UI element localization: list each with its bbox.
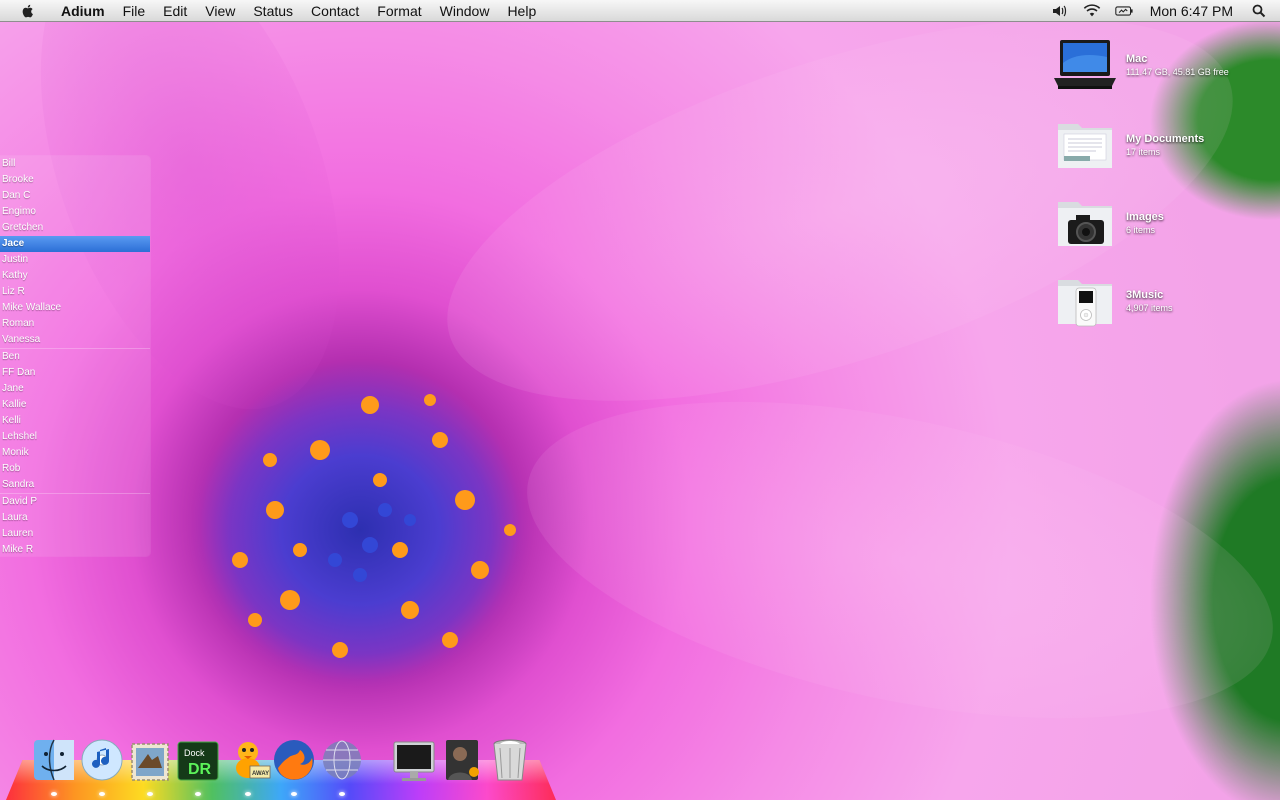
menu-edit[interactable]: Edit: [154, 0, 196, 22]
volume-icon[interactable]: [1051, 3, 1069, 19]
itunes-icon[interactable]: [80, 738, 124, 784]
desktop-icon-info: 111.47 GB, 45.81 GB free: [1126, 67, 1229, 77]
spotlight-icon[interactable]: [1250, 3, 1268, 19]
contact-item[interactable]: Jane: [0, 381, 150, 397]
wifi-icon[interactable]: [1083, 3, 1101, 19]
wallpaper-petal: [499, 344, 1280, 776]
contact-item[interactable]: Roman: [0, 316, 150, 332]
svg-text:DR: DR: [188, 761, 212, 778]
dockdr-icon[interactable]: Dock DR: [176, 738, 220, 784]
contact-item[interactable]: Kelli: [0, 413, 150, 429]
menu-clock[interactable]: Mon 6:47 PM: [1140, 0, 1243, 22]
desktop-icon-info: 4,907 items: [1126, 303, 1173, 313]
desktop-icon-label: 3Music: [1126, 289, 1164, 301]
contact-item[interactable]: Dan C: [0, 188, 150, 204]
battery-icon[interactable]: [1115, 3, 1133, 19]
trash-icon[interactable]: [488, 738, 532, 784]
contact-item[interactable]: Ben: [0, 349, 150, 365]
dock-running-indicator: [147, 792, 153, 796]
contact-item-selected[interactable]: Jace: [0, 236, 150, 252]
desktop-icon-mac[interactable]: Mac 111.47 GB, 45.81 GB free: [1054, 38, 1229, 92]
menu-extras: Mon 6:47 PM: [1044, 0, 1280, 22]
contact-item[interactable]: Lauren: [0, 526, 150, 542]
contact-item[interactable]: Laura: [0, 510, 150, 526]
network-globe-icon[interactable]: [320, 738, 364, 784]
documents-folder-icon: [1054, 118, 1116, 172]
ipod-folder-icon: [1054, 274, 1116, 328]
mail-icon[interactable]: [128, 738, 172, 784]
contact-item[interactable]: Brooke: [0, 172, 150, 188]
person-icon[interactable]: [440, 738, 484, 784]
contact-item[interactable]: FF Dan: [0, 365, 150, 381]
desktop-icon-images[interactable]: Images 6 items: [1054, 196, 1164, 250]
desktop-icon-label: My Documents: [1126, 133, 1205, 145]
apple-menu-icon[interactable]: [20, 3, 36, 19]
adium-contact-list: Bill Brooke Dan C Engimo Gretchen Jace J…: [0, 156, 150, 556]
contact-item[interactable]: Gretchen: [0, 220, 150, 236]
desktop-icon-my-documents[interactable]: My Documents 17 items: [1054, 118, 1204, 172]
menu-window[interactable]: Window: [431, 0, 499, 22]
dock-running-indicator: [339, 792, 345, 796]
menu-help[interactable]: Help: [498, 0, 545, 22]
menu-app-name[interactable]: Adium: [52, 0, 114, 22]
contact-item[interactable]: Sandra: [0, 477, 150, 493]
desktop-icon-info: 6 items: [1126, 225, 1156, 235]
camera-folder-icon: [1054, 196, 1116, 250]
macbook-icon: [1054, 38, 1116, 92]
contact-item[interactable]: Mike R: [0, 542, 150, 558]
firefox-icon[interactable]: [272, 738, 316, 784]
dockdr-text: Dock: [184, 748, 205, 758]
menu-file[interactable]: File: [114, 0, 155, 22]
desktop-icon-label: Mac: [1126, 53, 1148, 65]
dock-running-indicator: [99, 792, 105, 796]
adium-duck-icon[interactable]: AWAY: [228, 738, 272, 784]
contact-item[interactable]: Kallie: [0, 397, 150, 413]
desktop-icon-info: 17 items: [1126, 147, 1161, 157]
dock-running-indicator: [291, 792, 297, 796]
display-icon[interactable]: [392, 738, 436, 784]
menu-status[interactable]: Status: [244, 0, 302, 22]
menu-format[interactable]: Format: [368, 0, 430, 22]
flower-center: [185, 365, 535, 695]
contact-item[interactable]: Monik: [0, 445, 150, 461]
contact-item[interactable]: Rob: [0, 461, 150, 477]
contact-item[interactable]: Mike Wallace: [0, 300, 150, 316]
contact-item[interactable]: Liz R: [0, 284, 150, 300]
dock-running-indicator: [51, 792, 57, 796]
dock-running-indicator: [195, 792, 201, 796]
menu-view[interactable]: View: [196, 0, 244, 22]
desktop-icon-3music[interactable]: 3Music 4,907 items: [1054, 274, 1173, 328]
dock-running-indicator: [245, 792, 251, 796]
menu-contact[interactable]: Contact: [302, 0, 368, 22]
contact-item[interactable]: Kathy: [0, 268, 150, 284]
menu-bar: Adium File Edit View Status Contact Form…: [0, 0, 1280, 22]
desktop-icon-label: Images: [1126, 211, 1164, 223]
contact-item[interactable]: David P: [0, 494, 150, 510]
contact-item[interactable]: Engimo: [0, 204, 150, 220]
contact-item[interactable]: Lehshel: [0, 429, 150, 445]
contact-item[interactable]: Vanessa: [0, 332, 150, 348]
contact-item[interactable]: Justin: [0, 252, 150, 268]
svg-text:AWAY: AWAY: [252, 771, 269, 777]
contact-item[interactable]: Bill: [0, 156, 150, 172]
finder-icon[interactable]: [32, 738, 76, 784]
